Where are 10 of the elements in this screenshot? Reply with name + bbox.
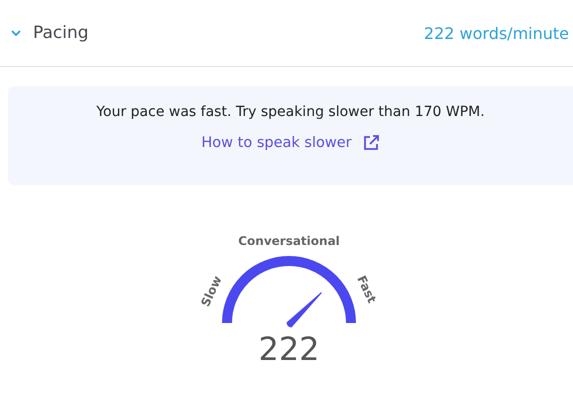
tip-message: Your pace was fast. Try speaking slower than 170 WPM.	[96, 104, 485, 120]
help-link[interactable]: How to speak slower	[201, 134, 380, 152]
gauge-label: Slow	[198, 274, 224, 309]
gauge-needle	[286, 292, 322, 328]
pace-value: 222 words/minute	[424, 24, 569, 42]
gauge-label: Fast	[354, 273, 378, 306]
external-link-icon	[362, 134, 380, 152]
gauge-label: Conversational	[238, 234, 340, 248]
section-toggle[interactable]: Pacing	[9, 23, 89, 43]
gauge-reading: 222	[258, 330, 320, 368]
